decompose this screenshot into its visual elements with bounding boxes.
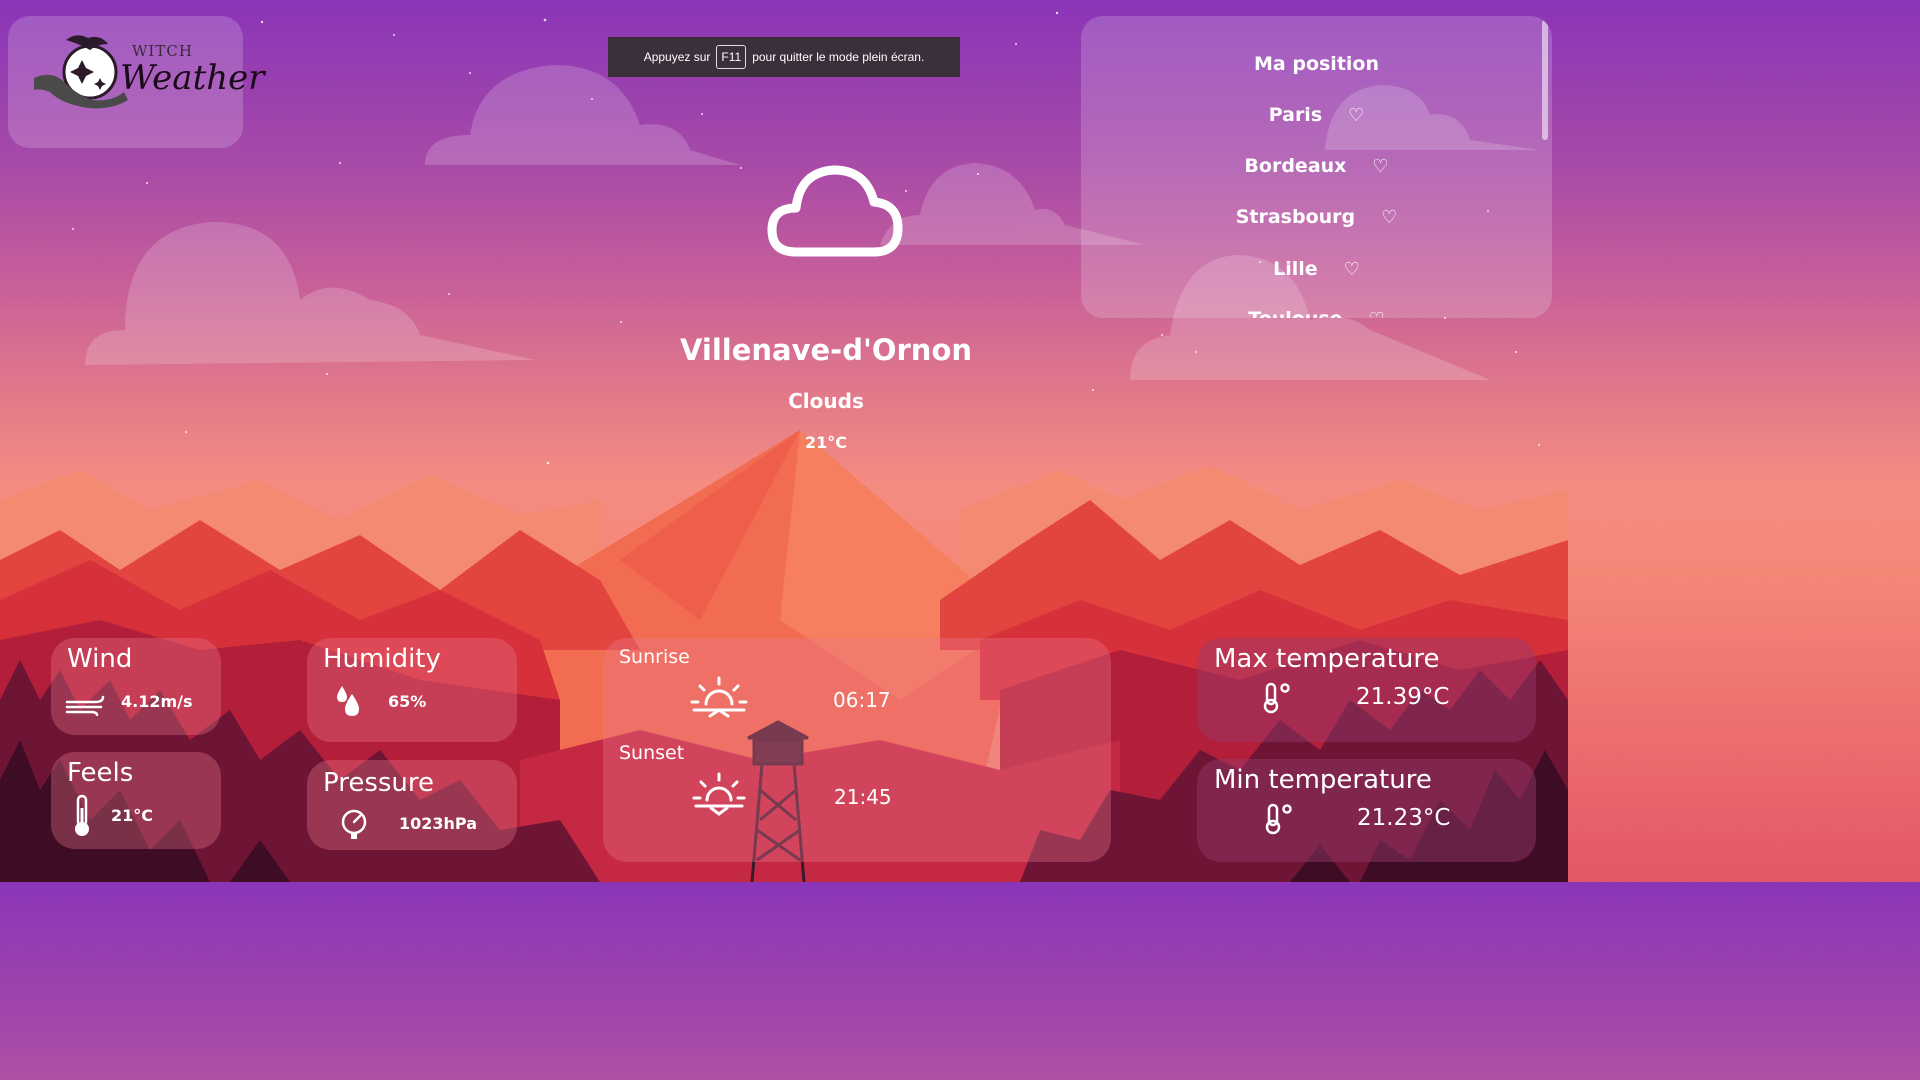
max-temp-title: Max temperature (1214, 644, 1440, 674)
current-temperature: 21°C (804, 433, 847, 452)
heart-icon[interactable]: ♡ (1344, 259, 1360, 280)
heart-icon[interactable]: ♡ (1372, 156, 1388, 177)
fullscreen-banner-text-before: Appuyez sur (643, 50, 711, 64)
min-temp-title: Min temperature (1214, 765, 1432, 795)
min-temperature-card: Min temperature 21.23°C (1197, 759, 1536, 862)
thermometer-degree-icon (1263, 682, 1290, 714)
logo-text-weather: Weather (120, 58, 265, 98)
current-city-name: Villenave-d'Ornon (679, 333, 973, 367)
sunset-value: 21:45 (834, 785, 892, 809)
city-label[interactable]: Strasbourg (1236, 206, 1355, 228)
city-label[interactable]: Lille (1273, 258, 1318, 280)
sunrise-value: 06:17 (833, 688, 891, 712)
sunrise-icon (690, 676, 748, 718)
feels-card: Feels 21°C (51, 752, 221, 849)
pressure-title: Pressure (323, 768, 435, 798)
humidity-card: Humidity 65% (307, 638, 517, 742)
heart-icon[interactable]: ♡ (1369, 309, 1385, 318)
thermometer-icon (75, 794, 89, 836)
city-label[interactable]: Paris (1269, 104, 1322, 126)
feels-value: 21°C (111, 806, 154, 825)
heart-icon[interactable]: ♡ (1348, 105, 1364, 126)
max-temperature-card: Max temperature 21.39°C (1197, 638, 1536, 742)
sunset-icon (692, 772, 746, 816)
thermometer-degree-icon (1265, 803, 1292, 835)
sunrise-title: Sunrise (619, 646, 690, 668)
wind-title: Wind (67, 644, 133, 674)
wind-card: Wind 4.12m/s (51, 638, 221, 735)
logo-panel[interactable]: WITCH Weather (8, 16, 265, 148)
cities-scrollbar[interactable] (1542, 20, 1548, 140)
humidity-value: 65% (388, 692, 427, 711)
city-label[interactable]: Bordeaux (1244, 155, 1346, 177)
water-drops-icon (337, 686, 359, 716)
city-item-strasbourg[interactable]: Strasbourg ♡ (1081, 206, 1552, 228)
min-temp-value: 21.23°C (1357, 805, 1451, 831)
f11-key-badge: F11 (716, 45, 747, 69)
sun-times-card: Sunrise 06:17 Sunset 21:45 (603, 638, 1111, 862)
pressure-value: 1023hPa (399, 814, 478, 833)
humidity-title: Humidity (323, 644, 441, 674)
wind-icon (65, 695, 105, 716)
feels-title: Feels (67, 758, 134, 788)
fullscreen-banner-text-after: pour quitter le mode plein écran. (752, 50, 925, 64)
gauge-icon (341, 809, 367, 839)
max-temp-value: 21.39°C (1356, 684, 1450, 710)
cloud-icon (767, 165, 903, 257)
heart-icon[interactable]: ♡ (1381, 207, 1397, 228)
city-item-lille[interactable]: Lille ♡ (1081, 258, 1552, 280)
wind-value: 4.12m/s (121, 692, 193, 711)
city-item-toulouse[interactable]: Toulouse ♡ (1081, 308, 1552, 318)
my-position-button[interactable]: Ma position (1081, 53, 1552, 75)
sunset-title: Sunset (619, 742, 685, 764)
fullscreen-exit-banner: Appuyez sur F11 pour quitter le mode ple… (608, 37, 960, 77)
city-item-paris[interactable]: Paris ♡ (1081, 104, 1552, 126)
weather-condition: Clouds (788, 389, 864, 413)
witch-crystal-ball-logo-icon (34, 35, 128, 109)
city-item-bordeaux[interactable]: Bordeaux ♡ (1081, 155, 1552, 177)
cities-panel[interactable]: Ma position Paris ♡ Bordeaux ♡ Strasbourg ♡… (1081, 16, 1552, 318)
city-label[interactable]: Toulouse (1248, 308, 1342, 318)
pressure-card: Pressure 1023hPa (307, 760, 517, 850)
